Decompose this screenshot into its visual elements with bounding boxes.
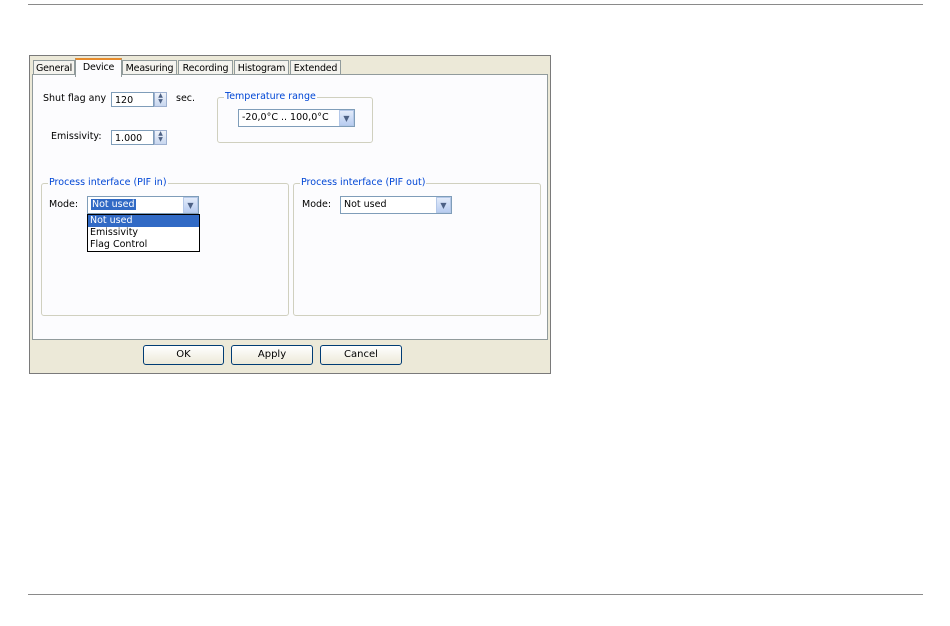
pif-out-legend: Process interface (PIF out) bbox=[300, 177, 427, 188]
chevron-down-icon[interactable]: ▼ bbox=[436, 197, 451, 213]
pif-in-legend: Process interface (PIF in) bbox=[48, 177, 168, 188]
tab-extended[interactable]: Extended bbox=[290, 60, 341, 75]
emissivity-label: Emissivity: bbox=[51, 131, 102, 142]
apply-button[interactable]: Apply bbox=[231, 345, 313, 365]
emissivity-input[interactable]: 1.000 bbox=[111, 130, 154, 145]
spin-up-down-icon[interactable]: ▲ ▼ bbox=[154, 92, 167, 107]
dropdown-option-not-used[interactable]: Not used bbox=[88, 215, 199, 227]
tab-device[interactable]: Device bbox=[75, 58, 122, 77]
top-rule bbox=[28, 4, 923, 5]
temperature-range-legend: Temperature range bbox=[224, 91, 317, 102]
shut-flag-label: Shut flag any bbox=[43, 93, 107, 104]
pif-out-group: Process interface (PIF out) Mode: Not us… bbox=[293, 177, 541, 316]
pif-in-mode-value: Not used bbox=[91, 199, 136, 210]
pif-in-mode-select[interactable]: Not used ▼ bbox=[87, 196, 199, 214]
device-tab-panel: Shut flag any 120 ▲ ▼ sec. Emissivity: 1.… bbox=[32, 74, 548, 340]
pif-out-mode-select[interactable]: Not used ▼ bbox=[340, 196, 452, 214]
pif-out-mode-value: Not used bbox=[344, 199, 387, 210]
dropdown-option-emissivity[interactable]: Emissivity bbox=[88, 227, 199, 239]
spin-up-down-icon[interactable]: ▲ ▼ bbox=[154, 130, 167, 145]
bottom-rule bbox=[28, 594, 923, 595]
tab-general[interactable]: General bbox=[33, 60, 75, 75]
cancel-button[interactable]: Cancel bbox=[320, 345, 402, 365]
device-settings-dialog: General Device Measuring Recording Histo… bbox=[29, 55, 551, 374]
chevron-down-icon[interactable]: ▼ bbox=[183, 197, 198, 213]
pif-in-mode-label: Mode: bbox=[49, 199, 79, 210]
temperature-range-select[interactable]: -20,0°C .. 100,0°C ▼ bbox=[238, 109, 355, 127]
pif-out-mode-label: Mode: bbox=[302, 199, 332, 210]
ok-button[interactable]: OK bbox=[143, 345, 224, 365]
tab-histogram[interactable]: Histogram bbox=[234, 60, 289, 75]
dropdown-option-flag-control[interactable]: Flag Control bbox=[88, 239, 199, 251]
tab-measuring[interactable]: Measuring bbox=[122, 60, 177, 75]
shut-flag-unit: sec. bbox=[176, 93, 196, 104]
tab-recording[interactable]: Recording bbox=[178, 60, 233, 75]
pif-in-mode-dropdown: Not used Emissivity Flag Control bbox=[87, 214, 200, 252]
shut-flag-input[interactable]: 120 bbox=[111, 92, 154, 107]
chevron-down-icon[interactable]: ▼ bbox=[339, 110, 354, 126]
temperature-range-group: Temperature range -20,0°C .. 100,0°C ▼ bbox=[217, 91, 373, 143]
temperature-range-value: -20,0°C .. 100,0°C bbox=[242, 112, 329, 123]
pif-in-group: Process interface (PIF in) Mode: Not use… bbox=[41, 177, 289, 316]
